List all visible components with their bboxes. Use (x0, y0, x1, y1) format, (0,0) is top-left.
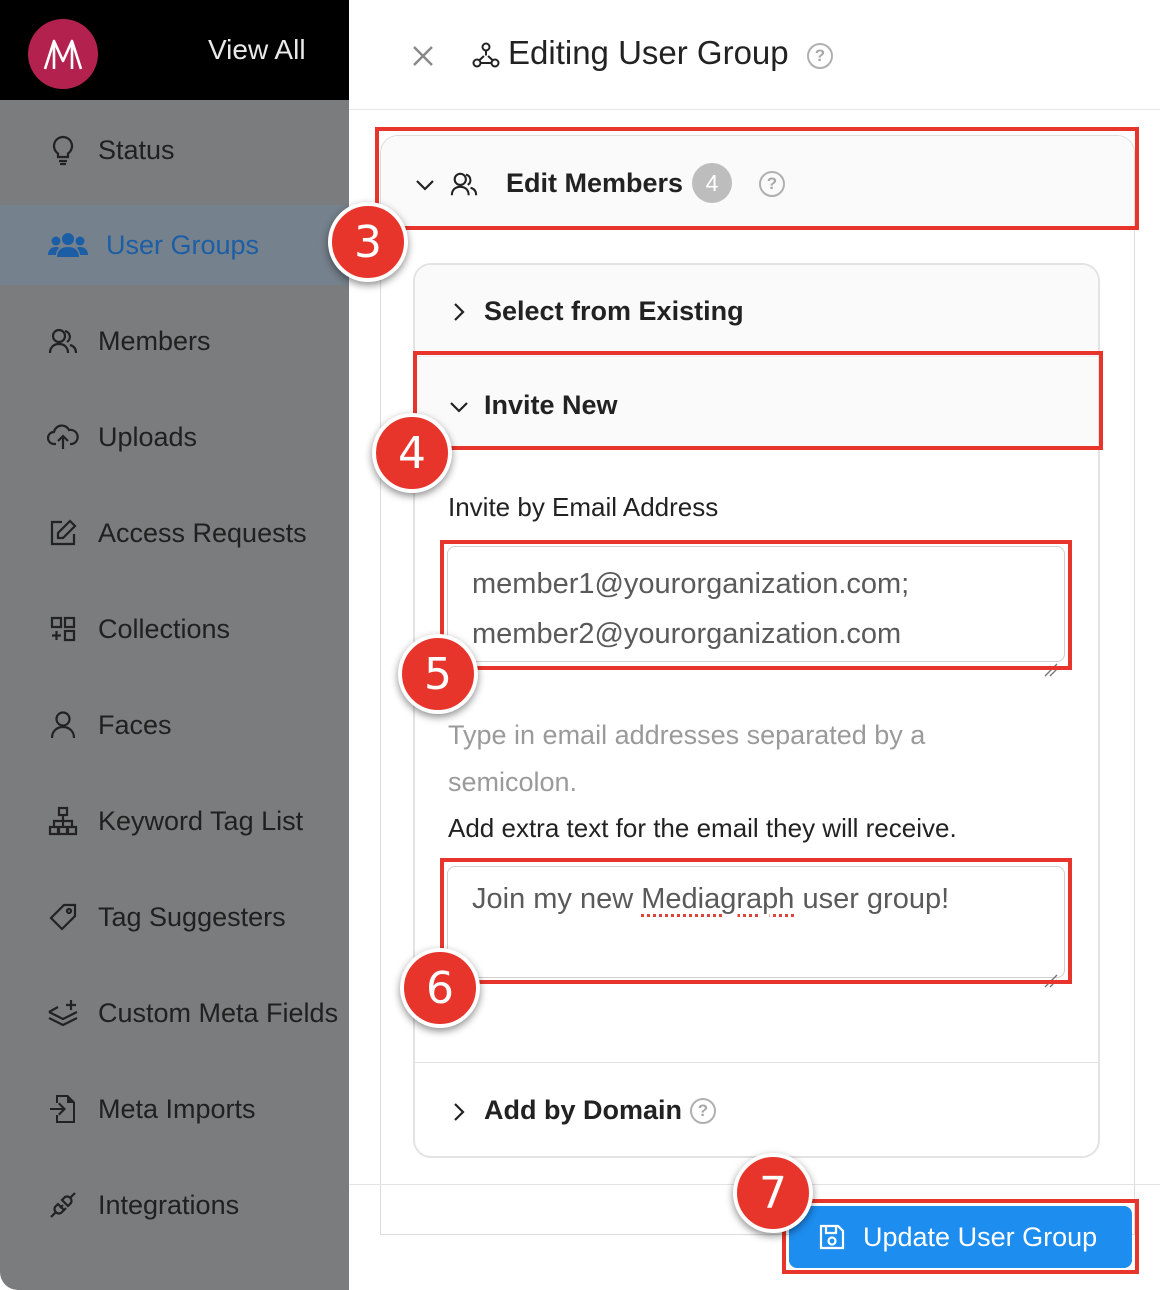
step-marker: 7 (733, 1153, 813, 1233)
email-line-2: member2@yourorganization.com (472, 618, 902, 650)
help-icon[interactable]: ? (690, 1098, 716, 1124)
sidebar-item-members[interactable]: Members (0, 301, 349, 381)
resize-handle-icon[interactable] (1044, 959, 1058, 988)
edit-square-icon (46, 516, 80, 550)
member-count-badge: 4 (692, 163, 732, 203)
help-icon[interactable]: ? (759, 171, 785, 197)
extra-text-part: Join my new (472, 883, 642, 915)
plug-icon (46, 1188, 80, 1222)
sidebar-item-label: Collections (98, 613, 231, 644)
sidebar-item-collections[interactable]: Collections (0, 589, 349, 669)
step-marker: 3 (328, 202, 408, 282)
user-group-icon (471, 40, 501, 70)
lightbulb-icon (46, 133, 80, 167)
step-marker: 4 (372, 413, 452, 493)
sidebar-item-tag-suggesters[interactable]: Tag Suggesters (0, 877, 349, 957)
sidebar: View All Status User Groups Members Uplo… (0, 0, 349, 1290)
collections-icon (46, 612, 80, 646)
sidebar-item-user-groups[interactable]: User Groups (0, 205, 349, 285)
person-icon (46, 708, 80, 742)
sidebar-header: View All (0, 0, 349, 100)
sidebar-item-label: Uploads (98, 421, 198, 452)
add-by-domain-label[interactable]: Add by Domain (484, 1095, 682, 1126)
edit-members-header[interactable] (381, 136, 1134, 228)
sidebar-item-uploads[interactable]: Uploads (0, 397, 349, 477)
logo-icon[interactable] (28, 19, 98, 89)
sidebar-item-faces[interactable]: Faces (0, 685, 349, 765)
email-field-label: Invite by Email Address (448, 492, 719, 522)
resize-handle-icon[interactable] (1044, 643, 1058, 677)
save-icon (817, 1222, 847, 1252)
divider (415, 1062, 1098, 1063)
sidebar-item-label: Access Requests (98, 517, 307, 548)
update-user-group-button[interactable]: Update User Group (789, 1206, 1132, 1268)
email-hint: Type in email addresses separated by a s… (448, 720, 926, 797)
sidebar-item-integrations[interactable]: Integrations (0, 1165, 349, 1245)
extra-text-textarea[interactable]: Join my new Mediagraph user group! (447, 866, 1065, 988)
update-user-group-label: Update User Group (863, 1221, 1098, 1252)
sidebar-item-label: Custom Meta Fields (98, 997, 339, 1028)
members-icon (46, 324, 80, 358)
help-icon[interactable]: ? (807, 43, 833, 69)
sidebar-item-meta-imports[interactable]: Meta Imports (0, 1069, 349, 1149)
chevron-right-icon[interactable] (448, 301, 470, 323)
chevron-down-icon[interactable] (448, 396, 470, 418)
sidebar-item-label: Members (98, 325, 211, 356)
tag-icon (46, 900, 80, 934)
sidebar-item-label: User Groups (106, 229, 260, 260)
step-marker: 6 (400, 948, 480, 1028)
cloud-upload-icon (46, 420, 80, 454)
extra-text-part: user group! (794, 883, 950, 915)
layers-plus-icon (46, 996, 80, 1030)
invite-new-label: Invite New (484, 390, 618, 420)
step-marker: 5 (398, 634, 478, 714)
sidebar-item-custom-meta-fields[interactable]: Custom Meta Fields (0, 973, 349, 1053)
sidebar-item-status[interactable]: Status (0, 110, 349, 190)
extra-text-label: Add extra text for the email they will r… (448, 813, 957, 843)
select-existing-label: Select from Existing (484, 296, 744, 326)
sidebar-item-label: Faces (98, 709, 172, 740)
users-icon (48, 228, 88, 262)
email-textarea[interactable]: member1@yourorganization.com; member2@yo… (447, 546, 1065, 677)
members-icon (450, 170, 478, 198)
page-title: Editing User Group (508, 34, 789, 71)
sidebar-item-label: Status (98, 134, 175, 165)
hierarchy-icon (46, 804, 80, 838)
sidebar-item-label: Meta Imports (98, 1093, 256, 1124)
dialog-header: Editing User Group ? (349, 0, 1160, 110)
sidebar-item-keyword-tag-list[interactable]: Keyword Tag List (0, 781, 349, 861)
chevron-down-icon[interactable] (414, 174, 436, 196)
edit-members-label: Edit Members (506, 168, 684, 198)
email-line-1: member1@yourorganization.com; (472, 568, 910, 600)
misspelled-word: Mediagraph (641, 883, 795, 915)
sidebar-item-access-requests[interactable]: Access Requests (0, 493, 349, 573)
chevron-right-icon[interactable] (448, 1101, 470, 1123)
close-icon[interactable] (409, 42, 437, 70)
sidebar-item-label: Integrations (98, 1189, 240, 1220)
view-all-link[interactable]: View All (208, 34, 306, 66)
sidebar-item-label: Keyword Tag List (98, 805, 304, 836)
file-import-icon (46, 1092, 80, 1126)
sidebar-item-label: Tag Suggesters (98, 901, 286, 932)
